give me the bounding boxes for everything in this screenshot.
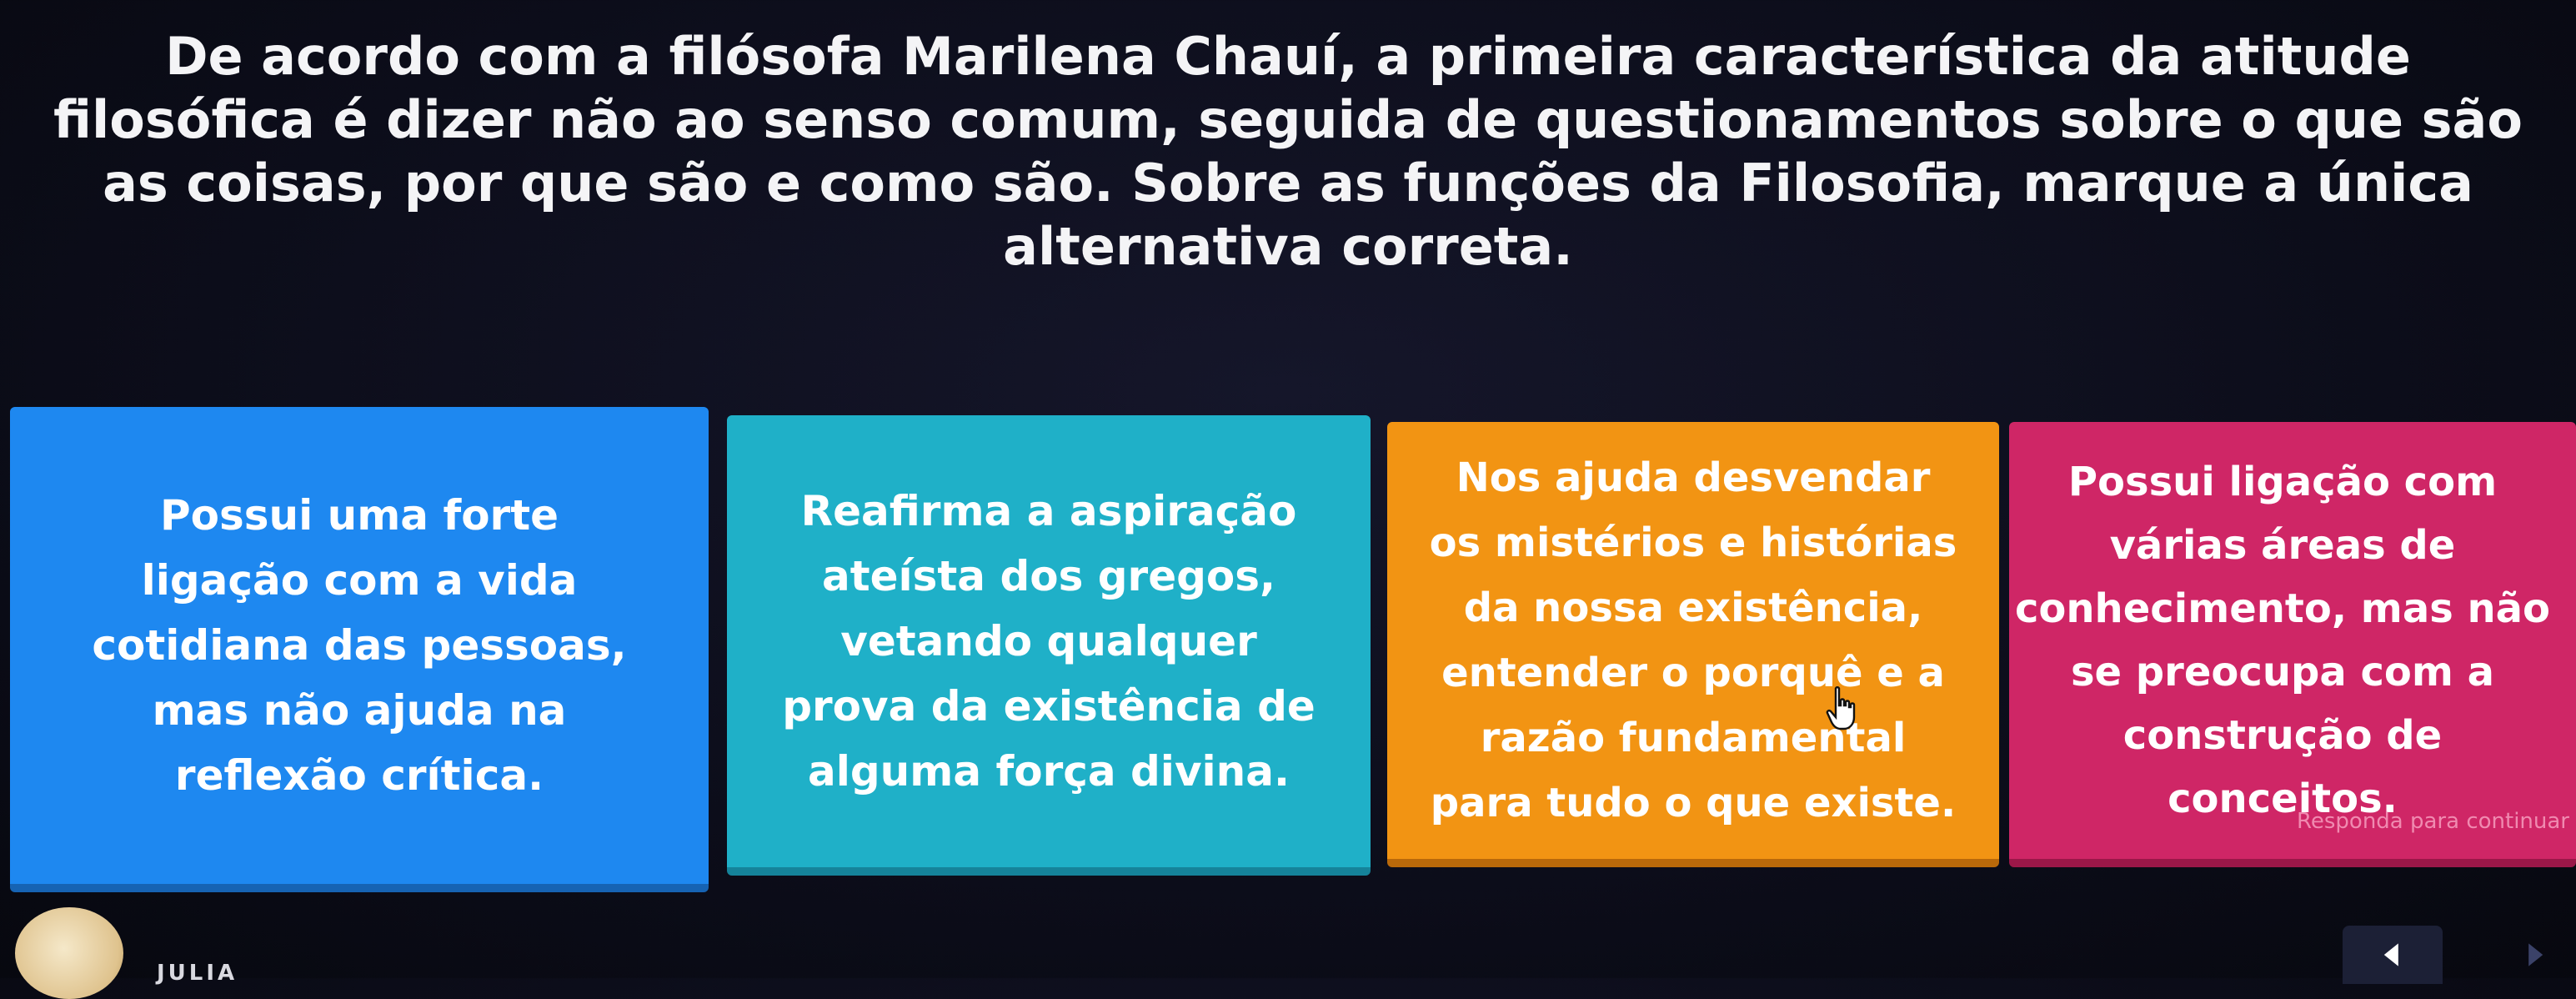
chevron-left-icon xyxy=(2383,943,2398,966)
avatar xyxy=(15,907,123,999)
answer-option-1-label: Possui uma forte ligação com a vida coti… xyxy=(92,491,627,800)
answer-option-2[interactable]: Reafirma a aspiração ateísta dos gregos,… xyxy=(727,415,1371,876)
continue-hint: Responda para continuar xyxy=(2296,809,2569,834)
next-button[interactable] xyxy=(2493,926,2576,984)
chevron-right-icon xyxy=(2528,943,2543,966)
answer-option-4[interactable]: Possui ligação com várias áreas de conhe… xyxy=(2009,422,2576,867)
answer-option-2-label: Reafirma a aspiração ateísta dos gregos,… xyxy=(782,487,1316,796)
answer-option-3-label: Nos ajuda desvendar os mistérios e histó… xyxy=(1429,454,1957,826)
answer-option-1[interactable]: Possui uma forte ligação com a vida coti… xyxy=(10,407,709,892)
player-name: JULIA xyxy=(157,961,238,986)
previous-button[interactable] xyxy=(2343,926,2443,984)
question-text: De acordo com a filósofa Marilena Chauí,… xyxy=(53,26,2523,277)
answer-option-3[interactable]: Nos ajuda desvendar os mistérios e histó… xyxy=(1387,422,1999,867)
answer-options: Possui uma forte ligação com a vida coti… xyxy=(10,400,2576,901)
hand-pointer-icon xyxy=(1826,686,1856,730)
answer-option-4-label: Possui ligação com várias áreas de conhe… xyxy=(2014,459,2551,822)
